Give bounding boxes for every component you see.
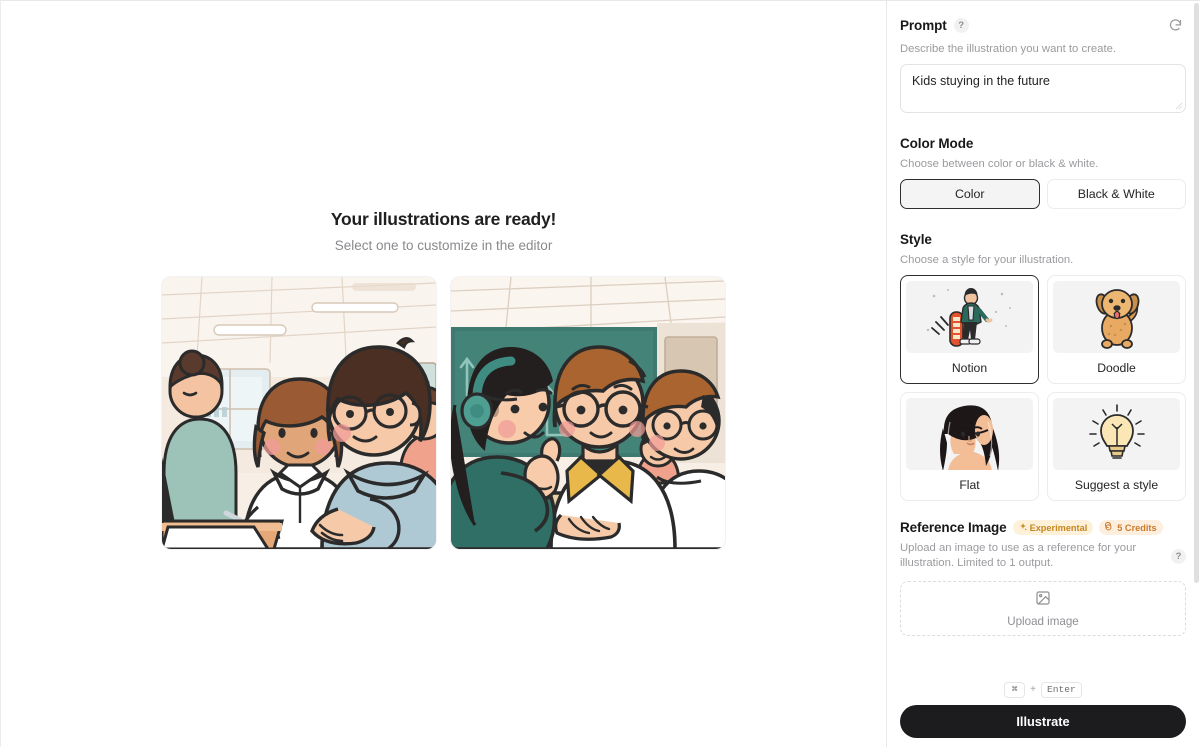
upload-image-dropzone[interactable]: Upload image <box>900 581 1186 636</box>
style-option-flat[interactable]: Flat <box>900 392 1039 501</box>
results-thumbnail-row: Kaign <box>162 277 725 549</box>
kbd-plus-separator: + <box>1030 684 1037 696</box>
credits-badge-label: 5 Credits <box>1117 522 1157 533</box>
illustration-classroom-1 <box>162 277 436 549</box>
style-option-notion[interactable]: Notion <box>900 275 1039 384</box>
color-mode-section: Color Mode Choose between color or black… <box>900 136 1186 209</box>
style-thumb-doodle <box>1053 281 1180 353</box>
prompt-section: Prompt ? Describe the illustration you w… <box>900 14 1186 113</box>
style-thumb-notion <box>906 281 1033 353</box>
experimental-badge: Experimental <box>1012 520 1094 535</box>
sidebar-scroll-area: Prompt ? Describe the illustration you w… <box>887 1 1200 679</box>
illustrate-button[interactable]: Illustrate <box>900 705 1186 738</box>
question-mark-icon[interactable]: ? <box>953 17 969 33</box>
prompt-title: Prompt <box>900 17 947 33</box>
style-thumb-flat <box>906 398 1033 470</box>
reference-image-header: Reference Image Experimental 5 Credits <box>900 520 1186 535</box>
skateboarder-illustration <box>926 288 1011 347</box>
page-title: Your illustrations are ready! <box>330 209 557 229</box>
color-mode-option-color[interactable]: Color <box>900 179 1040 209</box>
reference-image-section: Reference Image Experimental 5 Credits U… <box>900 520 1186 636</box>
page-subtitle: Select one to customize in the editor <box>334 238 553 253</box>
kbd-enter: Enter <box>1041 681 1082 698</box>
style-label-suggest-a-style: Suggest a style <box>1074 478 1159 492</box>
question-mark-icon[interactable]: ? <box>1171 549 1186 564</box>
keyboard-shortcut-hint: ⌘ + Enter <box>1004 679 1082 700</box>
kbd-command: ⌘ <box>1004 681 1026 698</box>
experimental-badge-label: Experimental <box>1029 522 1088 533</box>
sidebar-footer: ⌘ + Enter Illustrate <box>887 679 1200 747</box>
prompt-description: Describe the illustration you want to cr… <box>900 43 1117 55</box>
lightbulb-illustration <box>1088 404 1145 459</box>
color-mode-title: Color Mode <box>900 136 974 151</box>
settings-sidebar: Prompt ? Describe the illustration you w… <box>886 1 1200 747</box>
style-label-flat: Flat <box>959 478 980 492</box>
main-canvas: Your illustrations are ready! Select one… <box>1 1 886 747</box>
style-section: Style Choose a style for your illustrati… <box>900 232 1186 501</box>
color-mode-description: Choose between color or black & white. <box>900 158 1099 170</box>
prompt-input-wrapper <box>900 64 1186 113</box>
coins-icon <box>1105 521 1114 533</box>
results-panel: Your illustrations are ready! Select one… <box>1 207 886 549</box>
result-thumbnail-1[interactable] <box>162 277 436 549</box>
reset-icon[interactable] <box>1164 14 1186 36</box>
app-root: Your illustrations are ready! Select one… <box>0 0 1200 747</box>
illustration-classroom-2: Kaign <box>451 277 725 549</box>
color-mode-option-black-and-white[interactable]: Black & White <box>1046 179 1186 209</box>
style-description: Choose a style for your illustration. <box>900 254 1074 266</box>
style-label-notion: Notion <box>951 361 988 375</box>
style-label-doodle: Doodle <box>1097 361 1136 375</box>
image-placeholder-icon <box>1035 590 1051 611</box>
prompt-input[interactable] <box>900 64 1186 113</box>
reference-image-description: Upload an image to use as a reference fo… <box>900 542 1137 569</box>
style-title: Style <box>900 232 932 247</box>
style-options-grid: Notion Doodle Flat Suggest a style <box>900 275 1186 501</box>
style-thumb-suggest <box>1053 398 1180 470</box>
dog-illustration <box>1095 289 1139 349</box>
sparkle-icon <box>1019 522 1027 533</box>
color-mode-header: Color Mode <box>900 136 1186 151</box>
color-mode-options: Color Black & White <box>900 179 1186 209</box>
prompt-header: Prompt ? <box>900 14 1186 36</box>
woman-portrait-illustration <box>939 404 999 470</box>
reference-image-title: Reference Image <box>900 520 1007 535</box>
upload-image-label: Upload image <box>1007 614 1079 628</box>
result-thumbnail-2[interactable]: Kaign <box>451 277 725 549</box>
reference-image-description-row: Upload an image to use as a reference fo… <box>900 541 1186 578</box>
style-option-suggest-a-style[interactable]: Suggest a style <box>1047 392 1186 501</box>
credits-badge: 5 Credits <box>1099 520 1163 535</box>
sidebar-scrollbar[interactable] <box>1194 3 1199 583</box>
style-header: Style <box>900 232 1186 247</box>
style-option-doodle[interactable]: Doodle <box>1047 275 1186 384</box>
